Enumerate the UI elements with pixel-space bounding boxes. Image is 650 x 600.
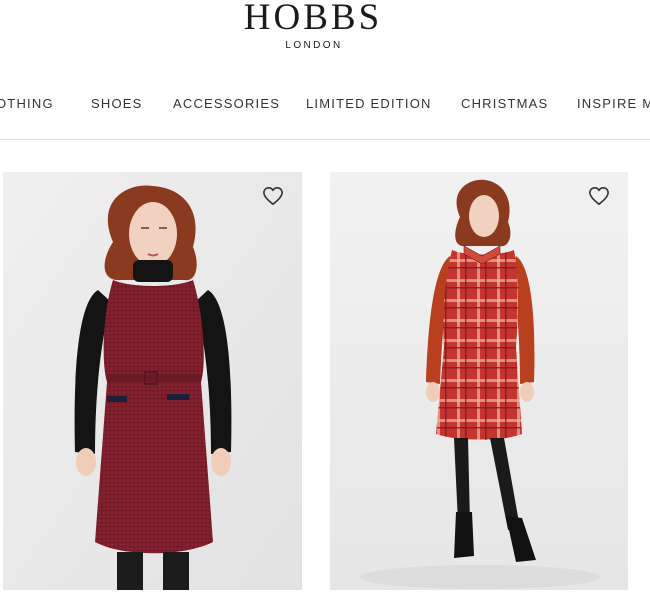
nav-divider [0, 139, 650, 140]
site-header: HOBBS LONDON [0, 0, 650, 70]
nav-item-inspire-me[interactable]: INSPIRE M [577, 96, 650, 111]
brand-name: HOBBS [243, 0, 383, 38]
product-image[interactable] [330, 172, 628, 590]
brand-subtitle: LONDON [285, 40, 343, 51]
product-card[interactable] [330, 172, 628, 590]
product-image[interactable] [3, 172, 302, 590]
heart-outline-icon[interactable] [588, 186, 610, 206]
product-card[interactable] [3, 172, 302, 590]
nav-item-accessories[interactable]: ACCESSORIES [173, 96, 280, 111]
nav-item-clothing[interactable]: OTHING [0, 96, 54, 111]
heart-outline-icon[interactable] [262, 186, 284, 206]
nav-item-christmas[interactable]: CHRISTMAS [461, 96, 548, 111]
main-navigation: OTHING SHOES ACCESSORIES LIMITED EDITION… [0, 92, 650, 118]
nav-item-limited-edition[interactable]: LIMITED EDITION [306, 96, 432, 111]
nav-item-shoes[interactable]: SHOES [91, 96, 143, 111]
brand-logo[interactable]: HOBBS LONDON [0, 0, 650, 51]
